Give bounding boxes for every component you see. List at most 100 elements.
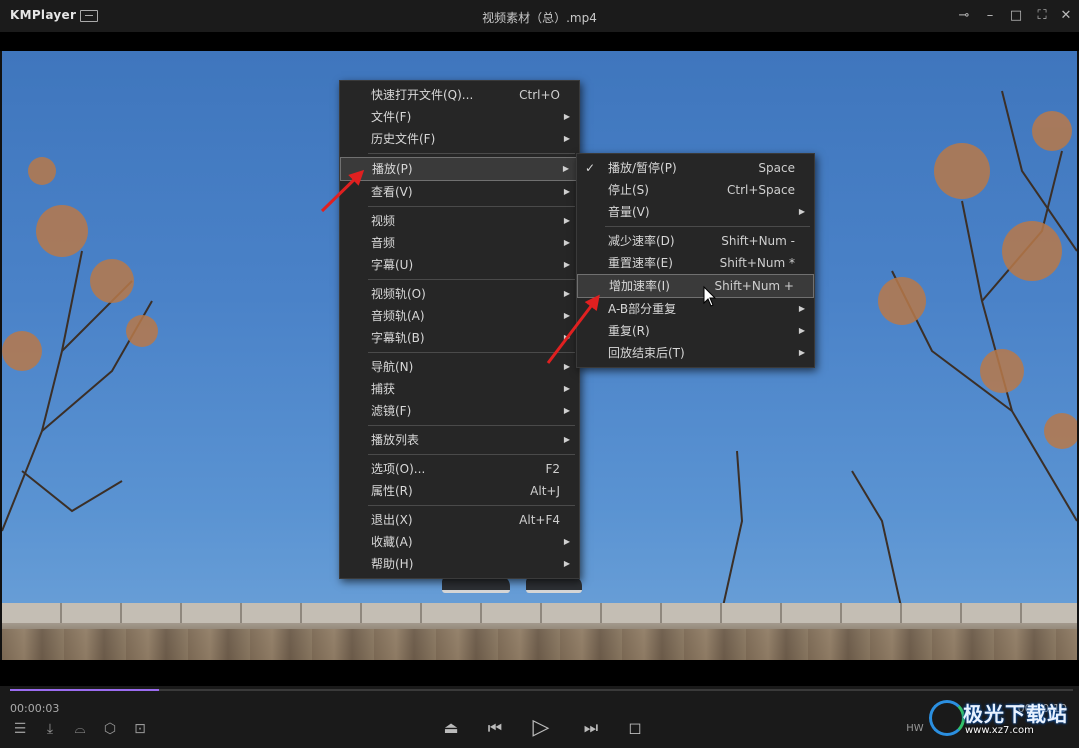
menu-item[interactable]: 音频轨(A) ▶ [340, 305, 579, 327]
menu-item[interactable]: 滤镜(F) ▶ [340, 400, 579, 422]
menu-item[interactable]: 重复(R) ▶ [577, 320, 814, 342]
pin-icon[interactable]: ⊸ [954, 6, 974, 26]
menu-item[interactable]: 播放列表 ▶ [340, 429, 579, 451]
submenu-arrow-icon: ▶ [563, 435, 570, 444]
play-submenu: ✓ 播放/暂停(P) Space 停止(S) Ctrl+Space 音量(V) ▶ 减少速率(… [576, 153, 815, 368]
submenu-arrow-icon: ▶ [798, 326, 805, 335]
menu-item[interactable]: 捕获 ▶ [340, 378, 579, 400]
playlist-icon[interactable]: ☰ [10, 720, 30, 738]
menu-item-label: 重复(R) [608, 324, 650, 338]
menu-item[interactable]: 增加速率(I) Shift+Num + [577, 274, 814, 298]
menu-item[interactable]: 音量(V) ▶ [577, 201, 814, 223]
menu-item-label: 播放/暂停(P) [608, 161, 677, 175]
stop-icon[interactable]: ◻ [622, 716, 648, 740]
menu-item[interactable]: 音频 ▶ [340, 232, 579, 254]
menu-item[interactable]: 字幕轨(B) ▶ [340, 327, 579, 349]
menu-item[interactable]: 收藏(A) ▶ [340, 531, 579, 553]
letterbox-top [0, 33, 1079, 51]
maximize-icon[interactable]: □ [1006, 6, 1026, 26]
menu-item[interactable]: 导航(N) ▶ [340, 356, 579, 378]
submenu-arrow-icon: ▶ [563, 333, 570, 342]
seek-bar[interactable] [10, 689, 1073, 691]
menu-separator [368, 279, 575, 280]
fullscreen-icon[interactable]: ⛶ [1032, 6, 1052, 26]
minimize-icon[interactable]: – [980, 6, 1000, 26]
menu-item-label: 文件(F) [371, 110, 412, 124]
menu-item[interactable]: 历史文件(F) ▶ [340, 128, 579, 150]
menu-item-label: 退出(X) [371, 513, 413, 527]
submenu-arrow-icon: ▶ [563, 260, 570, 269]
control-bar: 00:00:03 00:00:19 ☰ ⤓ ⌓ ⬡ ⊡ ⏏ ⏮ ▷ ⏭ ◻ HW [0, 686, 1079, 748]
menu-item[interactable]: 视频轨(O) ▶ [340, 283, 579, 305]
submenu-arrow-icon: ▶ [563, 362, 570, 371]
menu-item[interactable]: 重置速率(E) Shift+Num * [577, 252, 814, 274]
menu-item[interactable]: 字幕(U) ▶ [340, 254, 579, 276]
menu-item[interactable]: 视频 ▶ [340, 210, 579, 232]
submenu-arrow-icon: ▶ [563, 112, 570, 121]
submenu-arrow-icon: ▶ [563, 559, 570, 568]
menu-item[interactable]: 属性(R) Alt+J [340, 480, 579, 502]
menu-item-label: 选项(O)... [371, 462, 426, 476]
hw-accel-icon[interactable]: HW [905, 720, 925, 738]
menu-item-label: 播放(P) [372, 162, 413, 176]
menu-item-label: 捕获 [371, 382, 396, 396]
watermark: 极光下载站 www.xz7.com [925, 694, 1075, 744]
time-elapsed: 00:00:03 [10, 702, 60, 715]
submenu-arrow-icon: ▶ [563, 216, 570, 225]
menu-separator [368, 454, 575, 455]
menu-separator [605, 226, 810, 227]
menu-item-shortcut: Ctrl+Space [727, 183, 795, 197]
next-icon[interactable]: ⏭ [578, 716, 604, 740]
close-icon[interactable]: ✕ [1056, 6, 1076, 26]
letterbox-bottom [0, 660, 1079, 686]
menu-item[interactable]: 帮助(H) ▶ [340, 553, 579, 575]
watermark-url: www.xz7.com [965, 725, 1034, 736]
previous-icon[interactable]: ⏮ [482, 716, 508, 740]
menu-item[interactable]: 回放结束后(T) ▶ [577, 342, 814, 364]
menu-item[interactable]: 播放(P) ▶ [340, 157, 579, 181]
menu-item-shortcut: Alt+F4 [519, 513, 560, 527]
menu-item-label: 字幕(U) [371, 258, 414, 272]
menu-item-label: 快速打开文件(Q)... [371, 88, 474, 102]
3d-icon[interactable]: ⬡ [100, 720, 120, 738]
menu-item-shortcut: Shift+Num + [714, 279, 794, 293]
menu-item[interactable]: 快速打开文件(Q)... Ctrl+O [340, 84, 579, 106]
submenu-arrow-icon: ▶ [563, 187, 570, 196]
open-file-icon[interactable]: ⤓ [40, 720, 60, 738]
menu-item[interactable]: 查看(V) ▶ [340, 181, 579, 203]
submenu-arrow-icon: ▶ [798, 304, 805, 313]
submenu-arrow-icon: ▶ [563, 289, 570, 298]
menu-item[interactable]: 退出(X) Alt+F4 [340, 509, 579, 531]
menu-item[interactable]: 文件(F) ▶ [340, 106, 579, 128]
menu-item-label: 收藏(A) [371, 535, 413, 549]
submenu-arrow-icon: ▶ [563, 134, 570, 143]
submenu-arrow-icon: ▶ [562, 164, 569, 173]
menu-item[interactable]: 减少速率(D) Shift+Num - [577, 230, 814, 252]
submenu-arrow-icon: ▶ [798, 207, 805, 216]
vr-icon[interactable]: ⌓ [70, 720, 90, 738]
menu-item-shortcut: F2 [545, 462, 560, 476]
capture-icon[interactable]: ⊡ [130, 720, 150, 738]
menu-item-label: 播放列表 [371, 433, 420, 447]
window-title: 视频素材（总）.mp4 [482, 11, 597, 25]
watermark-logo [929, 700, 965, 736]
submenu-arrow-icon: ▶ [798, 348, 805, 357]
menu-item-label: 滤镜(F) [371, 404, 412, 418]
menu-item-label: 查看(V) [371, 185, 413, 199]
menu-item[interactable]: A-B部分重复 ▶ [577, 298, 814, 320]
menu-separator [368, 206, 575, 207]
menu-item[interactable]: 停止(S) Ctrl+Space [577, 179, 814, 201]
menu-item-label: 音频轨(A) [371, 309, 425, 323]
menu-item-label: 视频轨(O) [371, 287, 426, 301]
menu-item-label: 视频 [371, 214, 396, 228]
menu-item-label: 音量(V) [608, 205, 650, 219]
submenu-arrow-icon: ▶ [563, 406, 570, 415]
watermark-text: 极光下载站 [963, 702, 1068, 726]
stone-wall [2, 603, 1077, 660]
menu-item-shortcut: Space [758, 161, 795, 175]
menu-item[interactable]: 选项(O)... F2 [340, 458, 579, 480]
eject-icon[interactable]: ⏏ [438, 716, 464, 740]
menu-item[interactable]: ✓ 播放/暂停(P) Space [577, 157, 814, 179]
play-icon[interactable]: ▷ [528, 716, 554, 740]
submenu-arrow-icon: ▶ [563, 238, 570, 247]
